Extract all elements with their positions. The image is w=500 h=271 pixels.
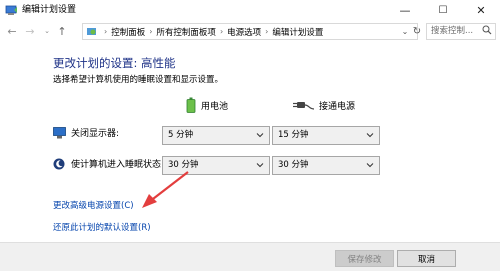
window-title: 编辑计划设置: [22, 5, 77, 15]
chevron-down-icon: [256, 133, 264, 138]
monitor-icon: [53, 127, 66, 139]
breadcrumb-separator-icon: ›: [104, 27, 108, 36]
breadcrumb-item-control-panel[interactable]: 控制面板: [111, 26, 145, 38]
sleep-plugged-value: 30 分钟: [278, 160, 309, 170]
save-changes-button[interactable]: 保存修改: [335, 250, 394, 267]
sleep-moon-icon: [53, 158, 65, 170]
close-button[interactable]: ✕: [462, 0, 500, 21]
plugged-in-column-label: 接通电源: [319, 101, 356, 112]
maximize-button[interactable]: ☐: [424, 0, 462, 21]
chevron-down-icon: [366, 163, 374, 168]
display-off-plugged-select[interactable]: 15 分钟: [272, 126, 380, 145]
sleep-plugged-select[interactable]: 30 分钟: [272, 156, 380, 175]
recent-locations-chevron-icon[interactable]: ⌄: [40, 23, 54, 39]
display-off-battery-value: 5 分钟: [168, 130, 194, 140]
annotation-arrow-icon: [142, 171, 189, 208]
breadcrumb-item-all-items[interactable]: 所有控制面板项: [156, 26, 216, 38]
breadcrumb: › 控制面板 › 所有控制面板项 › 电源选项 › 编辑计划设置: [100, 23, 323, 40]
display-off-plugged-value: 15 分钟: [278, 130, 309, 140]
battery-icon: [186, 97, 196, 113]
power-plug-icon: [293, 102, 315, 110]
restore-defaults-link[interactable]: 还原此计划的默认设置(R): [53, 221, 151, 233]
power-options-icon: [5, 5, 17, 15]
breadcrumb-separator-icon: ›: [265, 27, 269, 36]
breadcrumb-item-edit-plan[interactable]: 编辑计划设置: [272, 26, 323, 38]
page-title: 更改计划的设置: 高性能: [53, 56, 176, 70]
battery-column-label: 用电池: [201, 101, 229, 112]
breadcrumb-item-power-options[interactable]: 电源选项: [227, 26, 261, 38]
refresh-icon[interactable]: ↻: [410, 23, 424, 39]
minimize-button[interactable]: —: [386, 0, 424, 21]
column-header-battery: 用电池: [186, 97, 228, 113]
breadcrumb-separator-icon: ›: [149, 27, 153, 36]
chevron-down-icon: [366, 133, 374, 138]
turn-off-display-label: 关闭显示器:: [71, 129, 120, 139]
forward-arrow-icon[interactable]: →: [23, 23, 37, 39]
advanced-power-settings-link[interactable]: 更改高级电源设置(C): [53, 199, 134, 211]
display-off-battery-select[interactable]: 5 分钟: [162, 126, 270, 145]
search-icon[interactable]: [482, 25, 492, 35]
page-description: 选择希望计算机使用的睡眠设置和显示设置。: [53, 75, 224, 85]
back-arrow-icon[interactable]: ←: [5, 23, 19, 39]
chevron-down-icon: [256, 163, 264, 168]
up-arrow-icon[interactable]: ↑: [55, 23, 69, 39]
control-panel-icon: [87, 28, 96, 35]
cancel-button[interactable]: 取消: [397, 250, 456, 267]
column-header-plugged-in: 接通电源: [293, 97, 355, 113]
breadcrumb-separator-icon: ›: [219, 27, 224, 36]
